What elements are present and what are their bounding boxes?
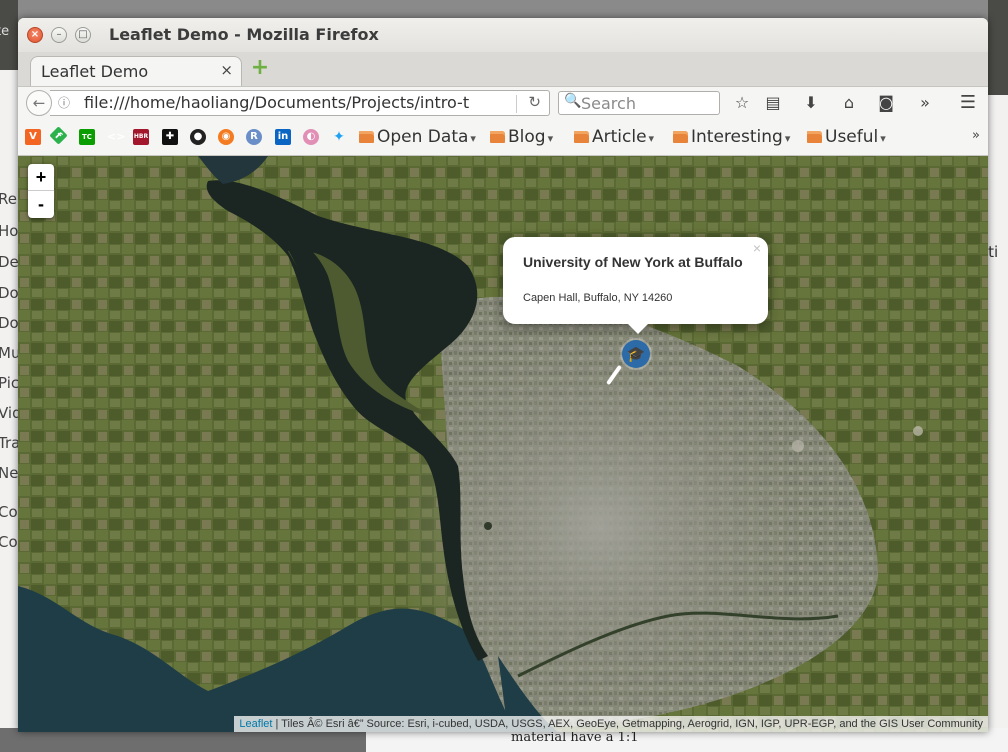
background-left-text: Do bbox=[0, 284, 18, 302]
popup-tip bbox=[626, 322, 650, 334]
browser-window: × – □ Leaflet Demo - Mozilla Firefox Lea… bbox=[18, 18, 988, 732]
folder-icon bbox=[574, 131, 589, 143]
bookmark-folder-label: Blog bbox=[508, 127, 546, 147]
r-icon[interactable]: R bbox=[246, 129, 262, 145]
chevron-down-icon: ▾ bbox=[470, 132, 476, 145]
twitter-icon[interactable]: ✦ bbox=[331, 129, 347, 145]
tab-leaflet-demo[interactable]: Leaflet Demo × bbox=[30, 56, 242, 86]
bookmark-folder-label: Open Data bbox=[377, 127, 469, 147]
background-left-text: Vid bbox=[0, 404, 18, 422]
vox-icon[interactable]: V bbox=[25, 129, 41, 145]
bookmark-folder-article[interactable]: Article ▾ bbox=[574, 127, 654, 147]
downloads-icon[interactable]: ⬇ bbox=[800, 93, 822, 112]
back-button[interactable]: ← bbox=[26, 90, 52, 116]
bookmarks-toolbar: V f TC <> HBR ✚ ● ◉ R in ◐ ✦ Open Data ▾ … bbox=[18, 118, 988, 156]
background-left-text: Co bbox=[0, 503, 18, 521]
window-title: Leaflet Demo - Mozilla Firefox bbox=[109, 25, 379, 44]
navigation-toolbar: ⓘ file:///home/haoliang/Documents/Projec… bbox=[18, 86, 988, 119]
background-left-text: Do bbox=[0, 314, 18, 332]
window-close-button[interactable]: × bbox=[27, 27, 43, 43]
zoom-out-button[interactable]: - bbox=[28, 191, 54, 217]
folder-icon bbox=[490, 131, 505, 143]
site-info-icon[interactable]: ⓘ bbox=[58, 94, 70, 111]
background-left-text: Tra bbox=[0, 434, 18, 452]
tab-close-icon[interactable]: × bbox=[220, 61, 233, 79]
reading-list-icon[interactable]: ▤ bbox=[762, 93, 784, 112]
tab-title: Leaflet Demo bbox=[41, 62, 149, 81]
url-divider bbox=[516, 95, 517, 113]
bookmark-folder-label: Article bbox=[592, 127, 647, 147]
background-left-text: Co bbox=[0, 533, 18, 551]
window-minimize-button[interactable]: – bbox=[51, 27, 67, 43]
popup-title: University of New York at Buffalo bbox=[523, 254, 743, 270]
background-left-text: Mu bbox=[0, 344, 18, 362]
pocket-icon[interactable]: ◙ bbox=[875, 93, 897, 112]
gradient-icon[interactable]: ◐ bbox=[303, 129, 319, 145]
map-attribution: Leaflet | Tiles Â© Esri â€” Source: Esri… bbox=[234, 716, 988, 732]
folder-icon bbox=[359, 131, 374, 143]
folder-icon bbox=[807, 131, 822, 143]
bookmark-folder-useful[interactable]: Useful ▾ bbox=[807, 127, 886, 147]
orange-circle-icon[interactable]: ◉ bbox=[218, 129, 234, 145]
background-left-panel: Re Ho De Do Do Mu Pic Vid Tra Ne Co Co bbox=[0, 0, 18, 752]
bookmark-folder-blog[interactable]: Blog ▾ bbox=[490, 127, 553, 147]
leaflet-link[interactable]: Leaflet bbox=[239, 718, 272, 730]
window-maximize-button[interactable]: □ bbox=[75, 27, 91, 43]
chevron-down-icon: ▾ bbox=[547, 132, 554, 145]
background-left-text: Re bbox=[0, 190, 17, 208]
url-bar[interactable]: ⓘ file:///home/haoliang/Documents/Projec… bbox=[50, 90, 550, 116]
popup-close-icon[interactable]: × bbox=[753, 240, 761, 256]
background-top-right bbox=[988, 0, 1008, 95]
code-icon[interactable]: <> bbox=[107, 129, 125, 145]
github-icon[interactable]: ● bbox=[190, 129, 206, 145]
map-popup: × University of New York at Buffalo Cape… bbox=[503, 237, 768, 324]
new-tab-button[interactable]: + bbox=[250, 57, 270, 79]
cross-icon[interactable]: ✚ bbox=[162, 129, 178, 145]
background-top-left-text: te bbox=[0, 24, 10, 39]
map-view[interactable]: + - 🎓 × University of New York at Buffal… bbox=[18, 156, 988, 732]
background-left-text: Ne bbox=[0, 464, 18, 482]
graduation-cap-marker-icon[interactable]: 🎓 bbox=[622, 340, 650, 368]
chevron-down-icon: ▾ bbox=[784, 132, 791, 145]
search-box[interactable]: 🔍 bbox=[558, 91, 720, 115]
search-input[interactable] bbox=[581, 92, 715, 114]
home-icon[interactable]: ⌂ bbox=[838, 93, 860, 112]
search-icon: 🔍 bbox=[564, 93, 582, 109]
bookmark-folder-label: Interesting bbox=[691, 127, 783, 147]
techcrunch-icon[interactable]: TC bbox=[79, 129, 95, 145]
background-right-panel: iti bbox=[988, 0, 1008, 752]
zoom-in-button[interactable]: + bbox=[28, 164, 54, 191]
hbr-icon[interactable]: HBR bbox=[133, 129, 149, 145]
folder-icon bbox=[673, 131, 688, 143]
menu-icon[interactable]: ☰ bbox=[957, 92, 979, 113]
title-bar[interactable]: × – □ Leaflet Demo - Mozilla Firefox bbox=[18, 18, 988, 52]
satellite-imagery bbox=[18, 156, 988, 732]
attribution-text: | Tiles Â© Esri â€” Source: Esri, i-cube… bbox=[272, 718, 983, 730]
bookmarks-overflow-icon[interactable]: » bbox=[972, 128, 980, 143]
linkedin-icon[interactable]: in bbox=[275, 129, 291, 145]
background-top-left: te bbox=[0, 0, 18, 70]
overflow-icon[interactable]: » bbox=[914, 93, 936, 112]
background-bottom-text: material have a 1:1 bbox=[511, 730, 639, 745]
url-text[interactable]: file:///home/haoliang/Documents/Projects… bbox=[84, 93, 524, 112]
zoom-control: + - bbox=[28, 164, 54, 218]
background-left-text: Pic bbox=[0, 374, 18, 392]
bookmark-star-icon[interactable]: ☆ bbox=[731, 93, 753, 112]
bookmark-folder-interesting[interactable]: Interesting ▾ bbox=[673, 127, 790, 147]
tab-strip: Leaflet Demo × + bbox=[18, 52, 988, 86]
bookmark-folder-label: Useful bbox=[825, 127, 879, 147]
chevron-down-icon: ▾ bbox=[880, 132, 886, 145]
popup-address: Capen Hall, Buffalo, NY 14260 bbox=[523, 292, 673, 304]
background-left-text: Ho bbox=[0, 222, 18, 240]
reload-icon[interactable]: ↻ bbox=[528, 93, 541, 111]
bookmark-folder-open-data[interactable]: Open Data ▾ bbox=[359, 127, 476, 147]
feedly-icon[interactable]: f bbox=[49, 126, 68, 145]
background-left-text: De bbox=[0, 253, 18, 271]
chevron-down-icon: ▾ bbox=[648, 132, 655, 145]
background-right-text: iti bbox=[988, 243, 999, 261]
